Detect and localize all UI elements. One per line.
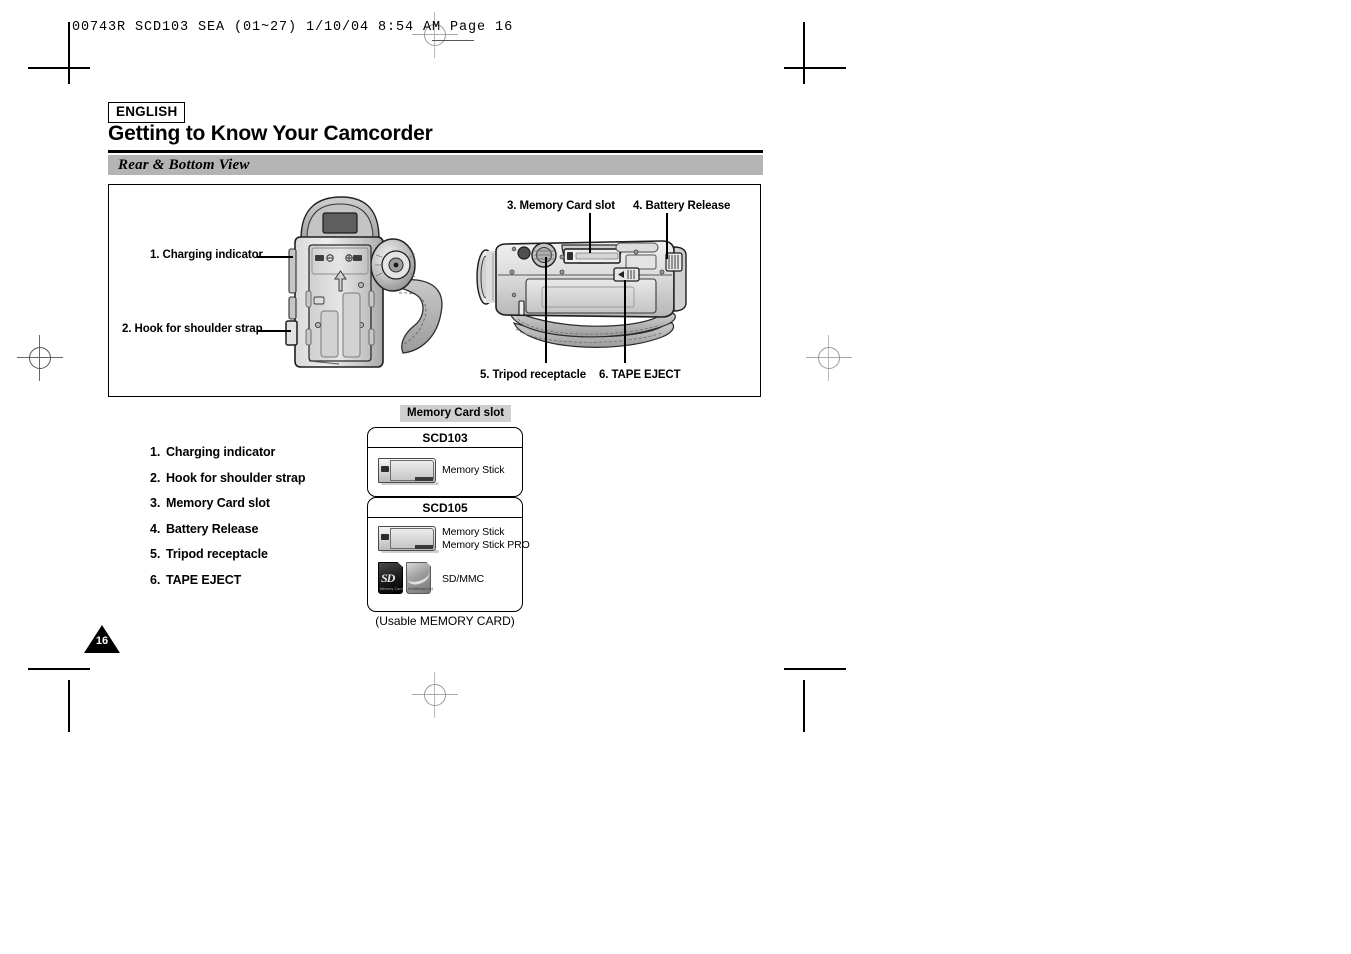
sd-card-icon: SD Memory Card	[378, 562, 403, 594]
sd-sub-text: Memory Card	[380, 587, 403, 591]
callout-charging-indicator: 1. Charging indicator	[150, 249, 263, 261]
list-item-label: Battery Release	[166, 521, 259, 536]
mmc-sub-text: MultiMediaCard	[408, 587, 434, 591]
memory-card-caption: (Usable MEMORY CARD)	[375, 614, 515, 628]
model-name: SCD103	[422, 431, 468, 445]
list-item-label: Hook for shoulder strap	[166, 470, 306, 485]
model-name: SCD105	[422, 501, 468, 515]
manual-page: 00743R SCD103 SEA (01~27) 1/10/04 8:54 A…	[0, 0, 1351, 954]
list-item-index: 6.	[150, 572, 161, 587]
list-item-label: Memory Card slot	[166, 496, 270, 510]
list-item-label: TAPE EJECT	[166, 572, 242, 587]
mmc-card-icon: MultiMediaCard	[405, 562, 434, 594]
list-item-index: 5.	[150, 547, 161, 561]
parts-list: 1. Charging indicator 2. Hook for shoulder…	[110, 445, 305, 598]
slug-rule	[432, 40, 474, 42]
page-number-badge: 16	[84, 625, 120, 653]
crop-mark-top-right-vertical	[803, 22, 805, 84]
camcorder-bottom-view-illustration	[476, 240, 687, 348]
memory-card-box-scd103: SCD103 Memory Stick	[367, 427, 523, 497]
callout-tape-eject: 6. TAPE EJECT	[599, 369, 681, 381]
memory-card-slot-badge: Memory Card slot	[400, 405, 512, 422]
memory-card-label-pro: Memory Stick PRO	[442, 539, 530, 551]
list-item-index: 1.	[150, 445, 161, 459]
crop-mark-bottom-right-vertical	[803, 680, 805, 732]
memory-card-box-scd105: SCD105 Memory Stick Memory Stick PRO SD …	[367, 497, 530, 612]
crop-mark-bottom-left-horizontal	[28, 668, 90, 670]
leader-tape-eject	[624, 280, 626, 363]
list-item: 1. Charging indicator	[150, 445, 305, 459]
crop-mark-top-left-vertical	[68, 22, 70, 84]
list-item-label: Charging indicator	[166, 445, 276, 459]
crop-mark-top-left-horizontal	[28, 67, 90, 69]
leader-memory-card-slot	[589, 213, 591, 253]
figure-panel: 1. Charging indicator 2. Hook for should…	[108, 184, 761, 397]
callout-hook-shoulder-strap: 2. Hook for shoulder strap	[122, 323, 263, 335]
printer-slug: 00743R SCD103 SEA (01~27) 1/10/04 8:54 A…	[72, 20, 514, 35]
section-header-label: Rear & Bottom View	[118, 157, 250, 173]
list-item-index: 4.	[150, 521, 161, 536]
memory-card-label: Memory Stick	[442, 464, 505, 476]
page-title: Getting to Know Your Camcorder	[108, 122, 433, 145]
list-item-label: Tripod receptacle	[166, 547, 268, 561]
list-item: 5. Tripod receptacle	[150, 547, 305, 561]
memory-card-label: Memory Stick	[442, 526, 505, 538]
memory-card-box-title: SCD105	[368, 498, 522, 518]
page-number-text: 16	[95, 635, 109, 647]
language-badge: ENGLISH	[108, 102, 186, 124]
memory-stick-icon	[378, 526, 439, 553]
callout-memory-card-slot: 3. Memory Card slot	[507, 200, 616, 212]
memory-card-label-sdmmc: SD/MMC	[442, 573, 484, 585]
sd-logo-text: SD	[381, 571, 395, 585]
section-header: Rear & Bottom View	[108, 155, 763, 175]
list-item-index: 3.	[150, 496, 161, 510]
list-item: 4. Battery Release	[150, 522, 305, 536]
memory-card-box-title: SCD103	[368, 428, 522, 448]
list-item: 6. TAPE EJECT	[150, 573, 305, 587]
memory-stick-icon	[378, 458, 439, 485]
list-item-index: 2.	[150, 470, 161, 485]
callout-tripod-receptacle: 5. Tripod receptacle	[480, 369, 587, 381]
leader-battery-release	[666, 213, 668, 259]
camcorder-rear-view-illustration	[285, 196, 443, 368]
crop-mark-bottom-left-vertical	[68, 680, 70, 732]
crop-mark-top-right-horizontal	[784, 67, 846, 69]
callout-battery-release: 4. Battery Release	[633, 200, 731, 212]
title-rule	[108, 150, 763, 153]
list-item: 3. Memory Card slot	[150, 496, 305, 510]
crop-mark-bottom-right-horizontal	[784, 668, 846, 670]
list-item: 2. Hook for shoulder strap	[150, 471, 305, 485]
leader-tripod-receptacle	[545, 257, 547, 363]
